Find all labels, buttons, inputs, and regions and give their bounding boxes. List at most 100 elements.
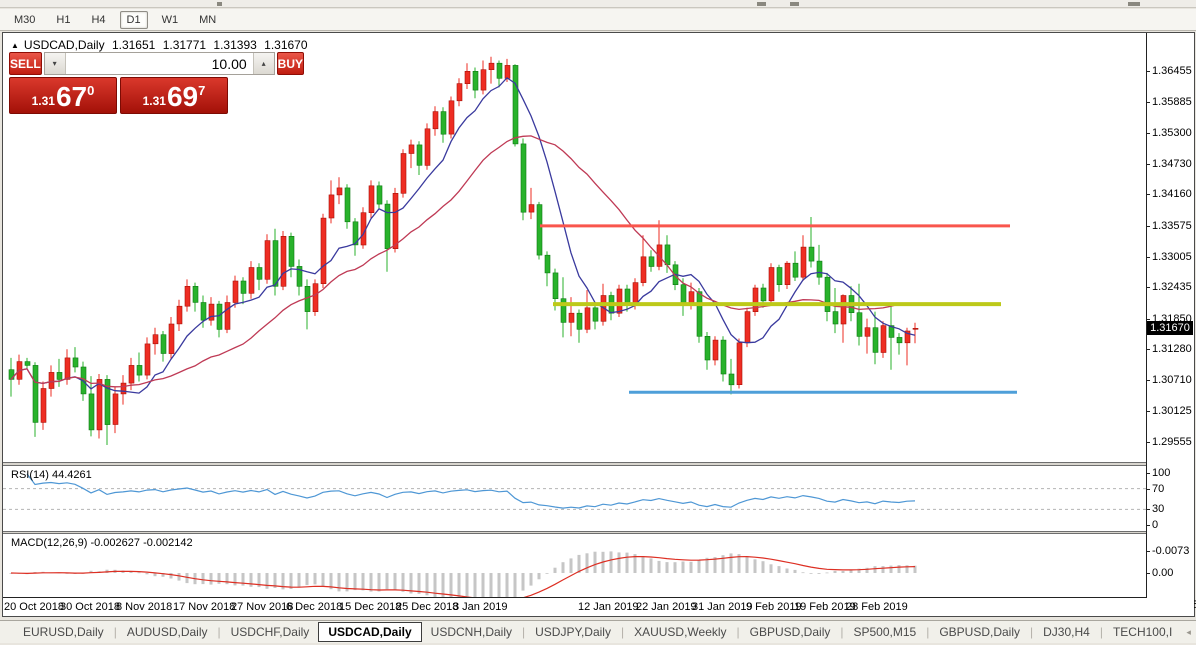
axis-tick xyxy=(1147,133,1150,135)
date-axis[interactable]: 20 Oct 2018 30 Oct 2018 8 Nov 2018 17 Nov 2… xyxy=(3,599,1194,616)
quote-low: 1.31393 xyxy=(213,38,257,52)
tab-separator: | xyxy=(113,625,117,639)
tab-separator: | xyxy=(217,625,221,639)
tab-gbpusd-daily[interactable]: GBPUSD,Daily xyxy=(930,622,1029,642)
timeframe-button-w1[interactable]: W1 xyxy=(155,11,186,29)
quote-open: 1.31651 xyxy=(111,38,156,52)
buy-price-big: 69 xyxy=(166,81,199,112)
tab-dj30-h4[interactable]: DJ30,H4 xyxy=(1034,622,1099,642)
sell-price-button[interactable]: 1.31 67 0 xyxy=(9,77,117,114)
quote-close: 1.31670 xyxy=(264,38,308,52)
tab-scroll-controls: ◂▸ xyxy=(1181,625,1196,640)
axis-tick xyxy=(1147,256,1150,258)
buy-button[interactable]: BUY xyxy=(276,52,305,75)
tab-usdcad-daily[interactable]: USDCAD,Daily xyxy=(318,622,422,642)
axis-tick xyxy=(1147,101,1150,103)
timeframe-button-h4[interactable]: H4 xyxy=(84,11,112,29)
sell-price-prefix: 1.31 xyxy=(31,94,55,108)
buy-price-button[interactable]: 1.31 69 7 xyxy=(120,77,228,114)
tab-usdcnh-daily[interactable]: USDCNH,Daily xyxy=(422,622,521,642)
axis-tick xyxy=(1147,225,1150,227)
date-axis-label: 27 Nov 2018 xyxy=(231,601,294,613)
volume-decrease-button[interactable]: ▾ xyxy=(44,53,66,74)
rsi-axis-label: 100 xyxy=(1152,467,1171,479)
price-axis[interactable]: 1.36455 1.35885 1.35300 1.34730 1.34160 1.335… xyxy=(1147,33,1196,616)
tab-scroll-left-icon[interactable]: ◂ xyxy=(1181,625,1196,640)
chart-title: ▲ USDCAD,Daily 1.31651 1.31771 1.31393 1.… xyxy=(11,38,312,52)
axis-tick xyxy=(1147,509,1150,511)
rsi-axis-label: 0 xyxy=(1152,519,1159,531)
date-axis-label: 8 Nov 2018 xyxy=(116,601,173,613)
timeframe-toolbar: M30 H1 H4 D1 W1 MN xyxy=(0,9,1196,31)
toolbar-fragment-icon xyxy=(217,2,222,6)
date-axis-label: 31 Jan 2019 xyxy=(692,601,753,613)
sell-price-big: 67 xyxy=(55,81,88,112)
tab-gbpusd-daily[interactable]: GBPUSD,Daily xyxy=(741,622,840,642)
volume-input[interactable] xyxy=(65,53,253,74)
date-axis-label: 30 Oct 2018 xyxy=(60,601,120,613)
macd-axis-label: 0.00 xyxy=(1152,567,1174,579)
price-axis-label: 1.30125 xyxy=(1152,405,1192,418)
date-axis-label: 3 Jan 2019 xyxy=(453,601,508,613)
rsi-chart[interactable] xyxy=(3,466,1146,531)
chart-window: ▲ USDCAD,Daily 1.31651 1.31771 1.31393 1.… xyxy=(2,32,1196,617)
price-axis-label: 1.33575 xyxy=(1152,219,1192,232)
price-axis-label: 1.36455 xyxy=(1152,65,1192,77)
timeframe-button-d1[interactable]: D1 xyxy=(119,10,148,29)
buy-price-pip: 7 xyxy=(198,83,206,98)
toolbar-fragment-icon xyxy=(757,2,766,6)
price-axis-label: 1.34730 xyxy=(1152,157,1192,170)
axis-tick xyxy=(1147,442,1150,443)
price-axis-label: 1.30710 xyxy=(1152,373,1192,386)
tab-separator: | xyxy=(620,625,625,639)
tab-usdchf-daily[interactable]: USDCHF,Daily xyxy=(222,622,319,642)
toolbar-fragment-icon xyxy=(790,2,799,6)
date-axis-label: 15 Dec 2018 xyxy=(339,601,402,613)
collapse-trade-panel-icon[interactable]: ▲ xyxy=(11,41,19,50)
price-axis-label: 1.29555 xyxy=(1152,436,1192,448)
buy-price-prefix: 1.31 xyxy=(142,94,166,108)
timeframe-button-h1[interactable]: H1 xyxy=(49,11,77,29)
axis-tick xyxy=(1147,194,1150,196)
axis-tick xyxy=(1147,379,1150,381)
sell-button[interactable]: SELL xyxy=(9,52,42,75)
date-axis-label: 22 Jan 2019 xyxy=(636,601,697,613)
date-axis-label: 6 Dec 2018 xyxy=(286,601,343,613)
rsi-axis-label: 30 xyxy=(1152,503,1165,516)
timeframe-button-mn[interactable]: MN xyxy=(192,11,223,29)
tab-separator: | xyxy=(926,625,930,639)
axis-tick xyxy=(1147,411,1150,413)
macd-axis-label: -0.0073 xyxy=(1152,544,1190,557)
one-click-trade-panel: SELL ▾ ▴ BUY 1.31 67 0 1.31 69 7 xyxy=(9,52,305,114)
date-axis-label: 12 Jan 2019 xyxy=(578,601,639,613)
tab-eurusd-daily[interactable]: EURUSD,Daily xyxy=(14,622,113,642)
axis-tick xyxy=(1147,473,1150,474)
timeframe-button-m30[interactable]: M30 xyxy=(7,11,42,29)
date-axis-label: 17 Nov 2018 xyxy=(173,601,236,613)
date-axis-label: 20 Oct 2018 xyxy=(4,601,64,613)
axis-tick xyxy=(1147,488,1150,490)
chart-bottom-border xyxy=(3,597,1194,598)
tab-separator: | xyxy=(1099,625,1103,639)
cropped-toolbar-strip xyxy=(0,0,1196,8)
price-axis-label: 1.35885 xyxy=(1152,95,1192,108)
tab-separator: | xyxy=(522,625,526,639)
symbol-tab-bar: EURUSD,Daily | AUDUSD,Daily | USDCHF,Daily US… xyxy=(0,620,1196,643)
sell-price-pip: 0 xyxy=(87,83,95,98)
macd-indicator-label: MACD(12,26,9) -0.002627 -0.002142 xyxy=(11,537,193,549)
tab-xauusd-weekly[interactable]: XAUUSD,Weekly xyxy=(625,622,735,642)
tab-usdjpy-daily[interactable]: USDJPY,Daily xyxy=(526,622,620,642)
price-axis-label: 1.35300 xyxy=(1152,127,1192,140)
date-axis-label: 28 Feb 2019 xyxy=(846,601,908,613)
rsi-indicator-label: RSI(14) 44.4261 xyxy=(11,469,92,481)
tab-separator: | xyxy=(840,625,844,639)
tab-audusd-daily[interactable]: AUDUSD,Daily xyxy=(118,622,217,642)
rsi-axis-label: 70 xyxy=(1152,482,1165,495)
price-axis-label: 1.32435 xyxy=(1152,281,1192,294)
toolbar-fragment-icon xyxy=(1128,2,1140,6)
tab-tech100-i[interactable]: TECH100,I xyxy=(1104,622,1181,642)
date-axis-label: 25 Dec 2018 xyxy=(396,601,459,613)
price-axis-label: 1.34160 xyxy=(1152,188,1192,201)
volume-increase-button[interactable]: ▴ xyxy=(252,53,274,74)
tab-sp500-m15[interactable]: SP500,M15 xyxy=(844,622,925,642)
